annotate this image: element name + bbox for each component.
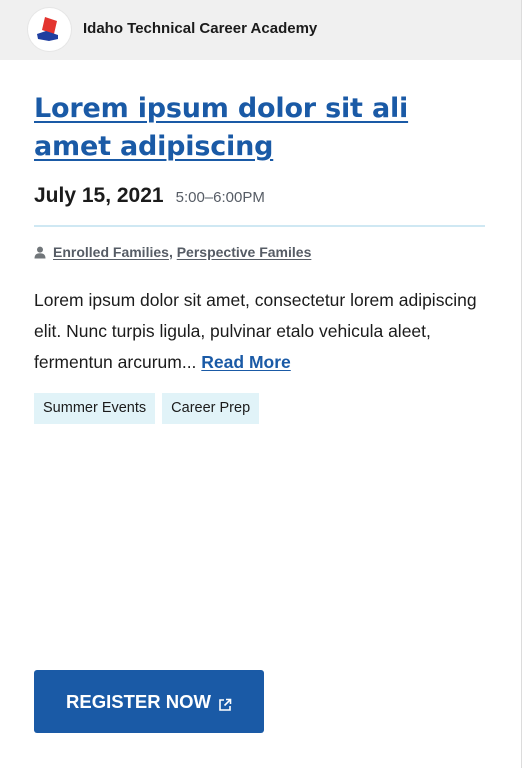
tag-list: Summer Events Career Prep	[34, 393, 260, 424]
tag-career-prep: Career Prep	[162, 393, 260, 424]
person-icon	[34, 246, 46, 259]
divider	[34, 225, 485, 227]
event-description: Lorem ipsum dolor sit amet, consectetur …	[34, 285, 484, 378]
event-title-link[interactable]: Lorem ipsum dolor sit ali amet adipiscin…	[34, 90, 474, 166]
academy-logo-icon	[28, 8, 71, 51]
org-name: Idaho Technical Career Academy	[83, 20, 318, 37]
register-button-label: REGISTER NOW	[66, 690, 211, 712]
audience-row: Enrolled Families, Perspective Familes	[34, 244, 311, 260]
read-more-link[interactable]: Read More	[201, 352, 290, 372]
audience-link-perspective-familes[interactable]: Perspective Familes	[177, 244, 312, 260]
audience-separator: ,	[168, 244, 173, 260]
external-link-icon	[218, 695, 232, 711]
audience-link-enrolled-families[interactable]: Enrolled Families	[53, 244, 169, 260]
card-right-border	[521, 0, 522, 768]
event-datetime: July 15, 2021 5:00–6:00PM	[34, 184, 265, 208]
org-header: Idaho Technical Career Academy	[0, 0, 521, 60]
tag-summer-events: Summer Events	[34, 393, 156, 424]
event-date: July 15, 2021	[34, 184, 164, 207]
register-now-button[interactable]: REGISTER NOW	[34, 670, 264, 733]
event-time: 5:00–6:00PM	[175, 189, 265, 206]
